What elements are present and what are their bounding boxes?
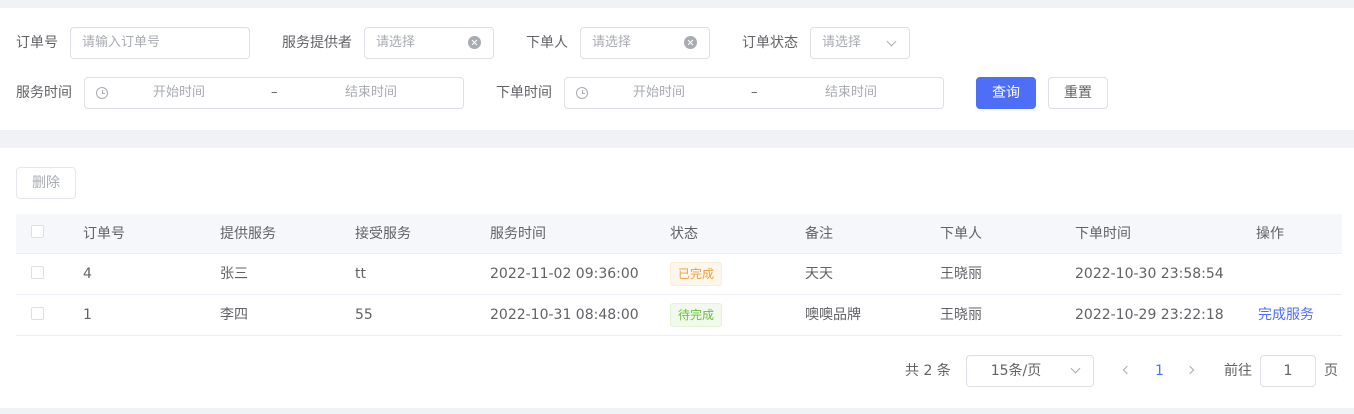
service-end-placeholder: 结束时间	[345, 85, 398, 100]
orderer-cell: 王晓丽	[940, 266, 982, 282]
column-header: 服务时间	[490, 226, 546, 242]
range-separator: –	[271, 85, 278, 100]
column-header: 接受服务	[355, 226, 411, 242]
column-header: 下单人	[940, 226, 982, 242]
chevron-down-icon	[886, 36, 897, 47]
order-no-input[interactable]: 请输入订单号	[70, 27, 250, 59]
column-header: 操作	[1256, 226, 1284, 242]
current-page[interactable]: 1	[1155, 355, 1164, 387]
service-time-cell: 2022-11-02 09:36:00	[490, 266, 639, 282]
row-checkbox[interactable]	[31, 307, 44, 320]
goto-label: 前往	[1224, 363, 1252, 379]
order-time-range[interactable]: 开始时间 – 结束时间	[564, 77, 944, 109]
chevron-down-icon	[1070, 363, 1081, 374]
orderer-cell: 王晓丽	[940, 307, 982, 323]
remark-cell: 天天	[805, 266, 833, 282]
status-placeholder: 请选择	[822, 35, 862, 50]
status-select[interactable]: 请选择	[810, 27, 910, 59]
prev-page-icon[interactable]	[1122, 365, 1132, 375]
receive-cell: 55	[355, 307, 373, 323]
column-header: 下单时间	[1075, 226, 1131, 242]
service-time-range[interactable]: 开始时间 – 结束时间	[84, 77, 464, 109]
column-header: 备注	[805, 226, 833, 242]
column-header: 状态	[670, 226, 698, 242]
clock-icon	[96, 87, 108, 99]
row-checkbox[interactable]	[31, 266, 44, 279]
goto-page-value: 1	[1283, 363, 1293, 379]
order-end-placeholder: 结束时间	[825, 85, 878, 100]
range-separator: –	[751, 85, 758, 100]
column-header: 提供服务	[220, 226, 276, 242]
next-page-icon[interactable]	[1185, 365, 1195, 375]
total-count: 共 2 条	[905, 363, 951, 379]
complete-service-link[interactable]: 完成服务	[1258, 295, 1314, 335]
receive-cell: tt	[355, 266, 366, 282]
service-start-placeholder: 开始时间	[153, 85, 206, 100]
order-time-label: 下单时间	[496, 85, 552, 101]
table-header: 订单号 提供服务 接受服务 服务时间 状态 备注 下单人 下单时间 操作	[16, 214, 1342, 254]
provider-placeholder: 请选择	[376, 35, 416, 50]
goto-page-input[interactable]: 1	[1260, 355, 1316, 387]
service-time-cell: 2022-10-31 08:48:00	[490, 307, 639, 323]
status-badge: 已完成	[670, 262, 723, 286]
table-row: 4 张三 tt 2022-11-02 09:36:00 已完成 天天 王晓丽 2…	[16, 254, 1342, 295]
status-label: 订单状态	[742, 35, 798, 51]
page-size-value: 15条/页	[990, 363, 1042, 379]
order-start-placeholder: 开始时间	[633, 85, 686, 100]
remark-cell: 噢噢品牌	[805, 307, 861, 323]
table-row: 1 李四 55 2022-10-31 08:48:00 待完成 噢噢品牌 王晓丽…	[16, 295, 1342, 336]
filter-panel: 订单号 请输入订单号 服务提供者 请选择 下单人 请选择 订单状态 请选择 服务…	[0, 8, 1354, 130]
clear-icon[interactable]	[468, 36, 481, 49]
pagination: 共 2 条 15条/页 1 前往 1 页	[0, 355, 1354, 387]
page-size-select[interactable]: 15条/页	[966, 355, 1094, 387]
order-no-cell: 4	[83, 266, 92, 282]
order-time-cell: 2022-10-30 23:58:54	[1075, 266, 1224, 282]
provider-label: 服务提供者	[282, 35, 352, 51]
orderer-select[interactable]: 请选择	[580, 27, 710, 59]
order-time-cell: 2022-10-29 23:22:18	[1075, 307, 1224, 323]
query-button[interactable]: 查询	[976, 77, 1036, 109]
reset-button[interactable]: 重置	[1048, 77, 1108, 109]
order-no-cell: 1	[83, 307, 92, 323]
status-badge: 待完成	[670, 303, 723, 327]
select-all-checkbox[interactable]	[31, 225, 44, 238]
orderer-placeholder: 请选择	[592, 35, 632, 50]
clock-icon	[576, 87, 588, 99]
column-header: 订单号	[83, 226, 125, 242]
order-no-label: 订单号	[16, 35, 58, 51]
delete-button[interactable]: 删除	[16, 167, 76, 199]
provide-cell: 李四	[220, 307, 248, 323]
page-suffix: 页	[1324, 363, 1338, 379]
order-no-placeholder: 请输入订单号	[82, 35, 161, 50]
table-panel: 删除 订单号 提供服务 接受服务 服务时间 状态 备注 下单人 下单时间 操作 …	[0, 148, 1354, 408]
provider-select[interactable]: 请选择	[364, 27, 494, 59]
service-time-label: 服务时间	[16, 85, 72, 101]
orderer-label: 下单人	[526, 35, 568, 51]
clear-icon[interactable]	[684, 36, 697, 49]
provide-cell: 张三	[220, 266, 248, 282]
